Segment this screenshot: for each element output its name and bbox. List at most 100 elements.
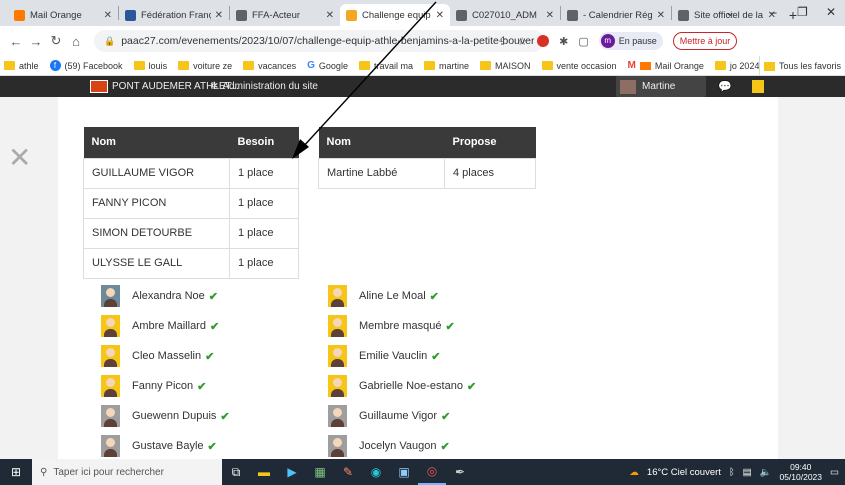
member-item[interactable]: Aline Le Moal ✔ bbox=[328, 284, 439, 308]
table-cell-name: SIMON DETOURBE bbox=[83, 217, 230, 249]
tab-close-icon[interactable]: ✕ bbox=[436, 10, 444, 21]
bookmark-star-icon[interactable]: ☆ bbox=[517, 35, 527, 48]
member-item[interactable]: Emilie Vauclin ✔ bbox=[328, 344, 441, 368]
member-item[interactable]: Jocelyn Vaugon ✔ bbox=[328, 434, 450, 458]
tab-favicon-icon bbox=[236, 9, 247, 21]
update-button[interactable]: Mettre à jour bbox=[672, 32, 738, 50]
maximize-button[interactable]: ❐ bbox=[797, 0, 808, 24]
file-explorer-icon[interactable]: ▬ bbox=[250, 459, 278, 485]
folder-icon bbox=[358, 61, 370, 70]
bookmark-item[interactable]: M Mail Orange bbox=[628, 60, 704, 71]
bookmark-label: vente occasion bbox=[556, 60, 617, 71]
notification-center-icon[interactable]: ▭ bbox=[830, 467, 839, 478]
member-avatar bbox=[101, 315, 120, 337]
member-item[interactable]: Gustave Bayle ✔ bbox=[101, 434, 217, 458]
bookmark-item[interactable]: vacances bbox=[243, 61, 296, 71]
extensions-puzzle-icon[interactable]: ✱ bbox=[559, 35, 568, 48]
home-icon[interactable]: ⌂ bbox=[66, 34, 86, 49]
user-menu[interactable]: Martine bbox=[616, 76, 706, 97]
tab-close-icon[interactable]: ✕ bbox=[546, 10, 554, 21]
admin-label: Administration du site bbox=[222, 81, 318, 92]
adblock-extension-icon[interactable] bbox=[537, 35, 550, 47]
forward-arrow-icon[interactable]: → bbox=[26, 34, 46, 49]
media-app-icon[interactable]: ▶ bbox=[278, 459, 306, 485]
chrome-browser-icon[interactable]: ◎ bbox=[418, 459, 446, 485]
browser-tab[interactable]: - Calendrier Régi ✕ bbox=[561, 4, 671, 26]
bookmark-item[interactable]: G Google bbox=[307, 60, 348, 71]
tab-close-icon[interactable]: ✕ bbox=[657, 10, 665, 21]
tab-favicon-icon bbox=[678, 9, 689, 21]
bookmark-item[interactable]: jo 2024 bbox=[714, 61, 759, 71]
photos-app-icon[interactable]: ▣ bbox=[390, 459, 418, 485]
tools-icon[interactable]: ✕ bbox=[8, 142, 44, 174]
bookmark-item[interactable]: martine bbox=[423, 61, 469, 71]
browser-tab[interactable]: Challenge equip ✕ bbox=[340, 4, 450, 26]
member-item[interactable]: Guewenn Dupuis ✔ bbox=[101, 404, 230, 428]
member-item[interactable]: Gabrielle Noe-estano ✔ bbox=[328, 374, 476, 398]
edge-browser-icon[interactable]: ◉ bbox=[362, 459, 390, 485]
notifications-icon[interactable] bbox=[752, 76, 764, 97]
avatar-body bbox=[331, 299, 344, 307]
tab-label: - Calendrier Régi bbox=[583, 9, 653, 21]
task-view-icon[interactable]: ⧉ bbox=[222, 459, 250, 485]
tab-close-icon[interactable]: ✕ bbox=[104, 10, 112, 21]
network-icon[interactable]: ▤ bbox=[743, 467, 752, 478]
bookmark-item[interactable]: travail ma bbox=[358, 61, 413, 71]
calculator-icon[interactable]: ▦ bbox=[306, 459, 334, 485]
table-cell-name: Martine Labbé bbox=[318, 157, 445, 189]
reload-icon[interactable]: ↻ bbox=[46, 33, 66, 49]
member-item[interactable]: Alexandra Noe ✔ bbox=[101, 284, 218, 308]
paint-app-icon[interactable]: ✎ bbox=[334, 459, 362, 485]
bookmark-item[interactable]: athle bbox=[4, 61, 39, 71]
member-item[interactable]: Membre masqué ✔ bbox=[328, 314, 455, 338]
bookmark-item[interactable]: voiture ze bbox=[178, 61, 232, 71]
windows-start-icon[interactable]: ⊞ bbox=[0, 459, 32, 485]
bluetooth-icon[interactable]: ᛒ bbox=[729, 467, 735, 478]
member-item[interactable]: Guillaume Vigor ✔ bbox=[328, 404, 450, 428]
folder-icon bbox=[243, 61, 255, 70]
weather-text[interactable]: 16°C Ciel couvert bbox=[647, 467, 721, 478]
member-item[interactable]: Cleo Masselin ✔ bbox=[101, 344, 214, 368]
gear-icon: ✲ bbox=[210, 81, 219, 92]
member-avatar bbox=[101, 435, 120, 457]
browser-tab[interactable]: Fédération Franç ✕ bbox=[119, 4, 229, 26]
bookmark-item[interactable]: f (59) Facebook bbox=[49, 60, 123, 71]
besoin-row: GUILLAUME VIGOR 1 place bbox=[83, 157, 299, 189]
check-icon: ✔ bbox=[220, 410, 230, 423]
check-icon: ✔ bbox=[209, 320, 220, 333]
member-item[interactable]: Fanny Picon ✔ bbox=[101, 374, 206, 398]
taskbar-search-input[interactable]: ⚲ Taper ici pour rechercher bbox=[32, 459, 222, 485]
clock[interactable]: 09:40 05/10/2023 bbox=[779, 462, 822, 482]
share-icon[interactable]: ⇪ bbox=[498, 35, 507, 48]
side-panel-icon[interactable]: ▢ bbox=[578, 35, 588, 48]
user-avatar bbox=[620, 79, 636, 94]
close-window-button[interactable]: ✕ bbox=[826, 0, 836, 24]
bookmark-item[interactable]: MAISON bbox=[479, 61, 531, 71]
browser-tab[interactable]: Mail Orange ✕ bbox=[8, 4, 118, 26]
pen-app-icon[interactable]: ✒ bbox=[446, 459, 474, 485]
besoin-row: SIMON DETOURBE 1 place bbox=[83, 217, 299, 249]
gmail-icon: M bbox=[627, 60, 636, 71]
tab-close-icon[interactable]: ✕ bbox=[326, 10, 334, 21]
avatar-body bbox=[331, 389, 344, 397]
browser-tab[interactable]: C027010_ADM ✕ bbox=[450, 4, 560, 26]
volume-icon[interactable]: 🔈 bbox=[760, 467, 772, 478]
member-item[interactable]: Ambre Maillard ✔ bbox=[101, 314, 219, 338]
chat-icon[interactable]: 💬 bbox=[718, 76, 732, 97]
browser-tab[interactable]: FFA-Acteur ✕ bbox=[230, 4, 340, 26]
url-text: paac27.com/evenements/2023/10/07/challen… bbox=[121, 35, 534, 47]
profile-avatar: m bbox=[600, 34, 615, 48]
back-arrow-icon[interactable]: ← bbox=[6, 34, 26, 49]
tab-close-icon[interactable]: ✕ bbox=[215, 10, 223, 21]
tab-search-chevron-icon[interactable]: ⌄ bbox=[725, 0, 735, 24]
profile-button[interactable]: m En pause bbox=[598, 32, 663, 50]
site-admin-link[interactable]: ✲ Administration du site bbox=[210, 76, 318, 97]
bookmark-item[interactable]: vente occasion bbox=[541, 60, 617, 71]
minimize-button[interactable]: – bbox=[770, 0, 777, 24]
bookmarks-bar: athle f (59) Facebook louis voiture ze vacanc… bbox=[0, 56, 845, 76]
all-favorites-button[interactable]: Tous les favoris bbox=[758, 56, 845, 75]
folder-icon bbox=[541, 61, 553, 70]
url-field[interactable]: 🔒 paac27.com/evenements/2023/10/07/chall… bbox=[94, 30, 544, 52]
bookmark-item[interactable]: louis bbox=[133, 61, 167, 71]
tab-favicon-icon bbox=[456, 9, 467, 21]
